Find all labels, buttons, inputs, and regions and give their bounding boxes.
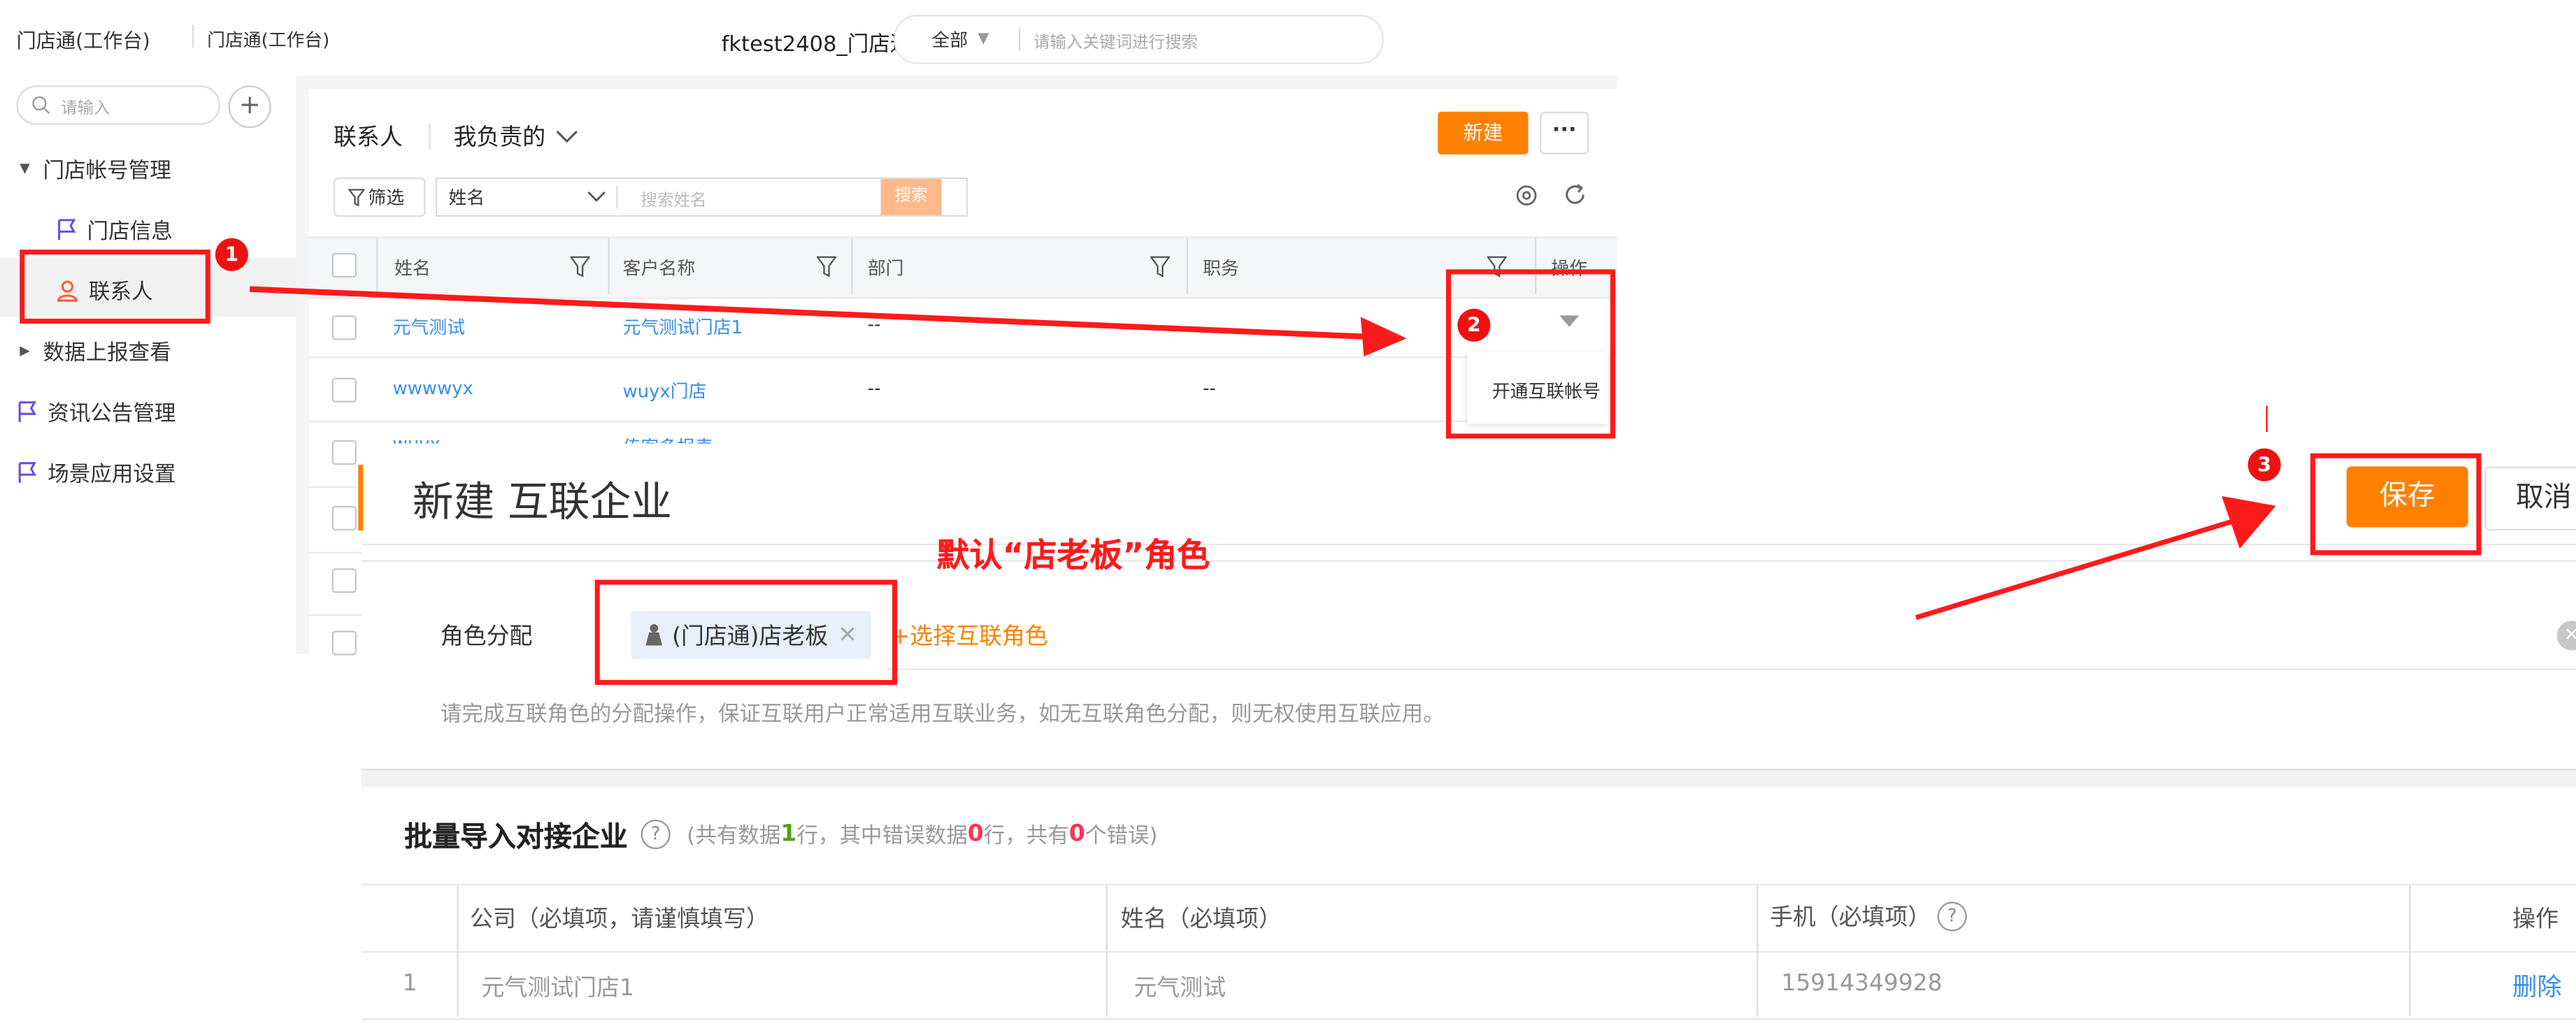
annotation-arrows (250, 286, 2276, 620)
arrow-to-row-action (250, 286, 1407, 356)
screenshot-canvas: 门店通(工作台) 门店通(工作台) fktest2408_门店通 全部 ▼ 请输… (0, 0, 2576, 1033)
arrow-to-save (1915, 496, 2276, 620)
